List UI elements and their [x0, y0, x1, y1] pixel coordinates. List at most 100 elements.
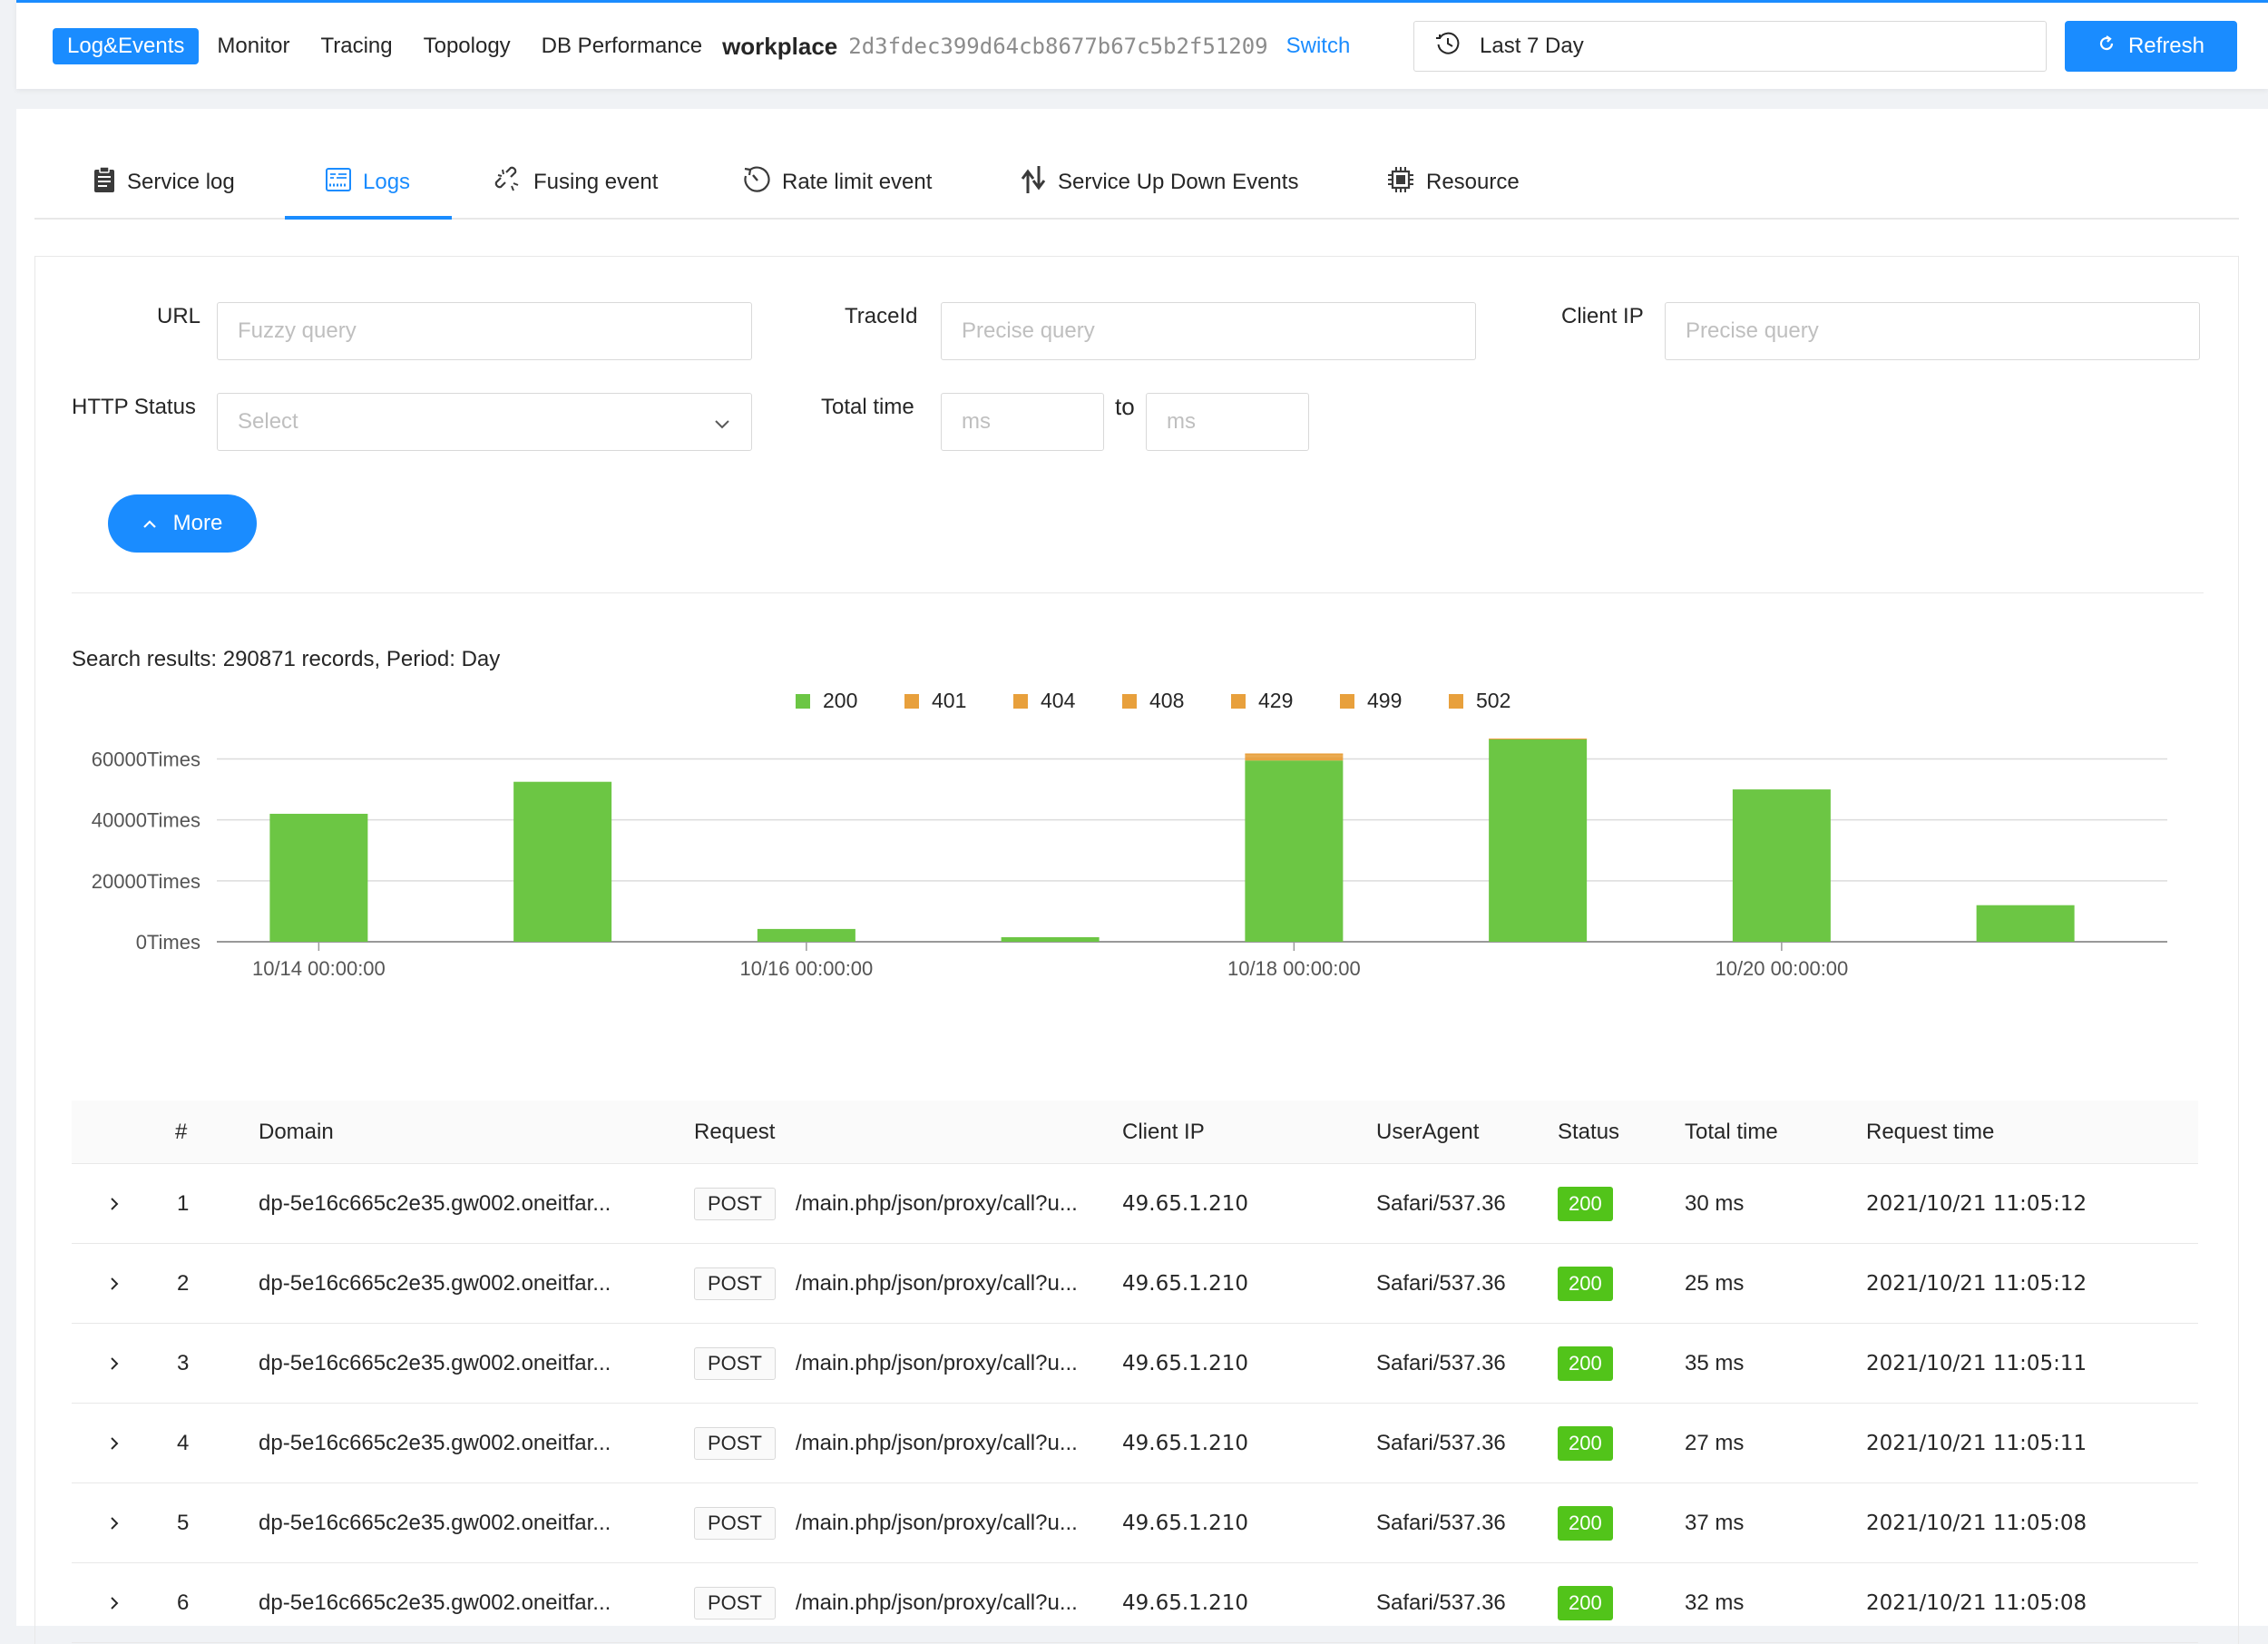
- table-header: # Domain Request Client IP UserAgent Sta…: [72, 1101, 2198, 1164]
- history-clock-icon: [1434, 30, 1461, 63]
- tab-rate-limit-event[interactable]: Rate limit event: [742, 145, 932, 220]
- row-path: /main.php/json/proxy/call?u...: [796, 1590, 1078, 1615]
- x-tick-label: 10/18 00:00:00: [1227, 957, 1361, 980]
- row-client-ip: 49.65.1.210: [1122, 1512, 1248, 1535]
- y-tick-label: 20000Times: [92, 870, 200, 893]
- method-tag: POST: [694, 1267, 776, 1300]
- x-tick-label: 10/14 00:00:00: [252, 957, 386, 980]
- row-expand-icon[interactable]: [108, 1404, 121, 1483]
- chip-icon: [1386, 165, 1426, 201]
- row-method: POST: [694, 1324, 776, 1404]
- legend-swatch: [1340, 694, 1354, 709]
- status-badge: 200: [1558, 1506, 1613, 1541]
- method-tag: POST: [694, 1587, 776, 1620]
- table-row[interactable]: 6 dp-5e16c665c2e35.gw002.oneitfar... POST /…: [72, 1563, 2198, 1643]
- tab-label: Logs: [363, 170, 411, 194]
- chevron-up-icon: [142, 511, 173, 536]
- more-filters-button[interactable]: More: [108, 494, 257, 553]
- row-expand-icon[interactable]: [108, 1244, 121, 1324]
- tab-bar: Service log Logs Fusing event Rate limit…: [34, 145, 2239, 220]
- tab-service-log[interactable]: Service log: [93, 145, 235, 220]
- workspace-id: 2d3fdec399d64cb8677b67c5b2f51209: [848, 34, 1268, 59]
- traceid-input[interactable]: [941, 302, 1476, 360]
- method-tag: POST: [694, 1427, 776, 1460]
- nav-log-events[interactable]: Log&Events: [53, 28, 200, 64]
- row-expand-icon[interactable]: [108, 1563, 121, 1643]
- row-useragent: Safari/537.36: [1376, 1590, 1506, 1615]
- tab-label: Rate limit event: [782, 170, 933, 194]
- broken-link-icon: [494, 165, 533, 201]
- total-time-max-input[interactable]: [1146, 393, 1309, 451]
- row-expand-icon[interactable]: [108, 1164, 121, 1244]
- row-total-time: 35 ms: [1685, 1351, 1745, 1375]
- row-total-time: 37 ms: [1685, 1511, 1745, 1535]
- legend-label: 408: [1149, 689, 1184, 712]
- table-row[interactable]: 4 dp-5e16c665c2e35.gw002.oneitfar... POST /…: [72, 1404, 2198, 1483]
- row-total-time: 30 ms: [1685, 1191, 1745, 1216]
- col-client-ip: Client IP: [1122, 1120, 1205, 1144]
- nav-tracing[interactable]: Tracing: [320, 34, 392, 59]
- logs-panel: URL TraceId Client IP HTTP Status Select…: [34, 256, 2239, 1644]
- bar-200: [1732, 789, 1831, 942]
- legend-swatch: [1122, 694, 1137, 709]
- top-nav: Log&Events Monitor Tracing Topology DB P…: [53, 26, 1350, 66]
- x-tick-label: 10/20 00:00:00: [1715, 957, 1848, 980]
- url-input[interactable]: [217, 302, 752, 360]
- y-tick-label: 0Times: [136, 931, 200, 954]
- nav-topology[interactable]: Topology: [424, 34, 511, 59]
- col-total-time: Total time: [1685, 1120, 1778, 1144]
- client-ip-input[interactable]: [1665, 302, 2200, 360]
- col-request: Request: [694, 1120, 776, 1144]
- tab-service-up-down-events[interactable]: Service Up Down Events: [1020, 145, 1298, 220]
- time-range-picker[interactable]: Last 7 Day: [1413, 21, 2047, 72]
- bar-401: [1245, 758, 1344, 761]
- col-useragent: UserAgent: [1376, 1120, 1480, 1144]
- table-row[interactable]: 1 dp-5e16c665c2e35.gw002.oneitfar... POST /…: [72, 1164, 2198, 1244]
- row-path: /main.php/json/proxy/call?u...: [796, 1271, 1078, 1296]
- nav-db-performance[interactable]: DB Performance: [542, 34, 702, 59]
- tab-fusing-event[interactable]: Fusing event: [494, 145, 658, 220]
- row-client-ip: 49.65.1.210: [1122, 1192, 1248, 1216]
- bar-200: [1001, 936, 1100, 942]
- row-domain: dp-5e16c665c2e35.gw002.oneitfar...: [259, 1590, 611, 1615]
- row-status: 200: [1558, 1563, 1613, 1643]
- table-row[interactable]: 3 dp-5e16c665c2e35.gw002.oneitfar... POST /…: [72, 1324, 2198, 1404]
- row-client-ip: 49.65.1.210: [1122, 1352, 1248, 1375]
- nav-monitor[interactable]: Monitor: [217, 34, 289, 59]
- row-request-time: 2021/10/21 11:05:08: [1866, 1512, 2087, 1535]
- legend-label: 404: [1041, 689, 1076, 712]
- method-tag: POST: [694, 1507, 776, 1540]
- status-bar-chart: 200 401 404 408 429 499 502 0Times 20000Times 400…: [92, 689, 2167, 980]
- bar-200: [1245, 760, 1344, 942]
- tab-resource[interactable]: Resource: [1386, 145, 1520, 220]
- row-method: POST: [694, 1483, 776, 1563]
- row-domain: dp-5e16c665c2e35.gw002.oneitfar...: [259, 1191, 611, 1216]
- row-expand-icon[interactable]: [108, 1483, 121, 1563]
- status-badge: 200: [1558, 1187, 1613, 1221]
- x-tick-label: 10/16 00:00:00: [739, 957, 873, 980]
- table-row[interactable]: 2 dp-5e16c665c2e35.gw002.oneitfar... POST /…: [72, 1244, 2198, 1324]
- refresh-button[interactable]: Refresh: [2065, 21, 2237, 72]
- http-status-label: HTTP Status: [72, 395, 196, 419]
- row-domain: dp-5e16c665c2e35.gw002.oneitfar...: [259, 1511, 611, 1535]
- row-path: /main.php/json/proxy/call?u...: [796, 1431, 1078, 1455]
- http-status-select[interactable]: Select: [217, 393, 752, 451]
- status-badge: 200: [1558, 1426, 1613, 1461]
- tab-logs[interactable]: Logs: [325, 145, 410, 220]
- row-expand-icon[interactable]: [108, 1324, 121, 1404]
- clipboard-icon: [93, 165, 127, 200]
- up-down-arrows-icon: [1020, 164, 1058, 201]
- traceid-label: TraceId: [845, 304, 918, 328]
- bar-200: [1976, 905, 2075, 942]
- total-time-min-input[interactable]: [941, 393, 1104, 451]
- workspace-switch-link[interactable]: Switch: [1286, 34, 1351, 59]
- row-number: 1: [177, 1191, 190, 1216]
- row-domain: dp-5e16c665c2e35.gw002.oneitfar...: [259, 1431, 611, 1455]
- row-request-time: 2021/10/21 11:05:11: [1866, 1352, 2087, 1375]
- search-summary: Search results: 290871 records, Period: …: [72, 647, 501, 671]
- timer-icon: [742, 165, 782, 201]
- legend-label: 200: [823, 689, 857, 712]
- table-row[interactable]: 5 dp-5e16c665c2e35.gw002.oneitfar... POST /…: [72, 1483, 2198, 1563]
- row-method: POST: [694, 1244, 776, 1324]
- row-number: 2: [177, 1271, 190, 1296]
